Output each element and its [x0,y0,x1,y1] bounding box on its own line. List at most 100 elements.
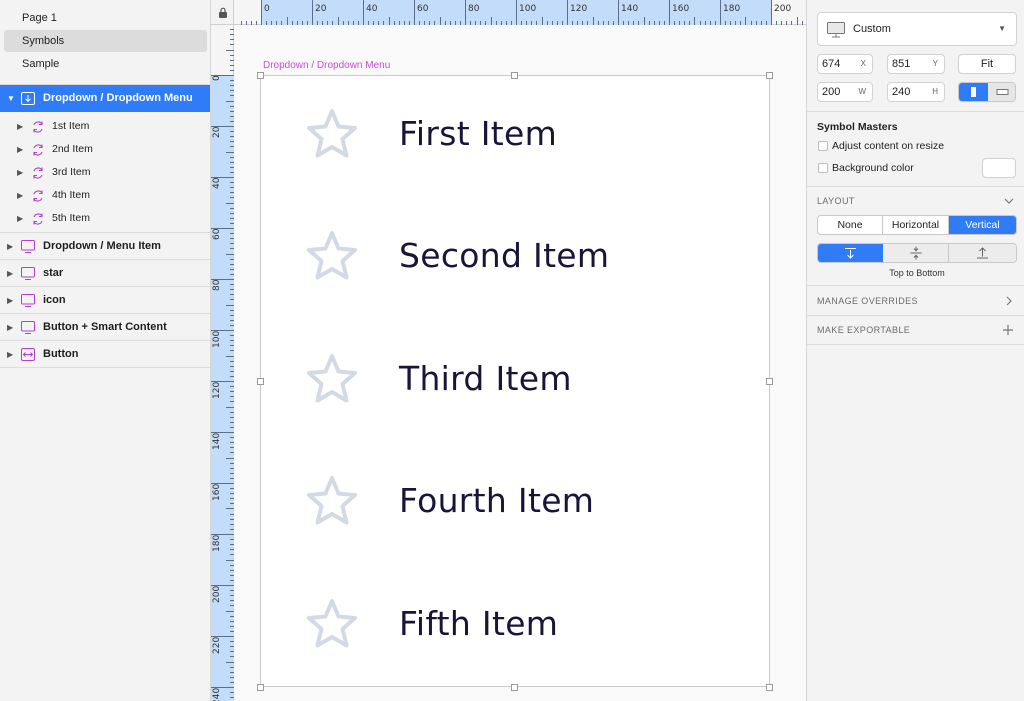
menu-item-5[interactable]: Fifth Item [261,566,771,688]
y-value: 851 [892,58,911,70]
h-value: 240 [892,86,911,98]
h-axis-label: H [932,87,938,96]
symbol-instance-icon [33,121,43,133]
width-field[interactable]: 200 W [817,82,873,102]
align-bottom-icon [977,247,988,259]
layer-label: 2nd Item [52,143,93,155]
layer-label: 5th Item [52,212,90,224]
adjust-content-checkbox[interactable] [818,141,828,151]
artboard-dropdown-menu[interactable]: First Item Second Item Third Item Fourth… [260,75,770,687]
layout-horizontal-option[interactable]: Horizontal [883,216,949,234]
layout-none-option[interactable]: None [818,216,883,234]
lock-icon[interactable] [218,7,228,18]
layer-star[interactable]: ▶ star [0,260,210,287]
orientation-toggle[interactable] [958,82,1016,102]
fit-button[interactable]: Fit [958,54,1016,74]
x-value: 674 [822,58,841,70]
x-field[interactable]: 674 X [817,54,873,74]
layer-child-4[interactable]: ▶ 4th Item [0,184,210,207]
menu-item-2[interactable]: Second Item [261,198,771,320]
layout-direction-control[interactable]: None Horizontal Vertical [817,215,1017,235]
artboard-title[interactable]: Dropdown / Dropdown Menu [263,60,390,71]
resize-handle-right[interactable] [766,378,773,385]
layer-menu-item[interactable]: ▶ Dropdown / Menu Item [0,233,210,260]
ruler-label: 180 [723,4,741,14]
disclosure-closed-icon[interactable]: ▶ [17,207,23,230]
disclosure-closed-icon[interactable]: ▶ [7,314,13,341]
landscape-button[interactable] [988,83,1015,101]
ruler-label: 100 [212,330,222,348]
resize-handle-top[interactable] [511,72,518,79]
anchor-top-option[interactable] [818,244,883,262]
ruler-horizontal[interactable]: 0 20 40 60 80 100 120 140 160 180 200 [234,0,806,25]
disclosure-closed-icon[interactable]: ▶ [7,341,13,368]
layout-anchor-control[interactable] [817,243,1017,263]
section-divider [807,186,1024,187]
star-icon [307,231,357,280]
disclosure-closed-icon[interactable]: ▶ [7,287,13,314]
chevron-right-icon[interactable] [1006,296,1013,306]
star-icon [307,599,357,648]
layer-child-2[interactable]: ▶ 2nd Item [0,138,210,161]
page-item-symbols[interactable]: Symbols [4,30,207,52]
portrait-button[interactable] [959,83,988,101]
ruler-label: 0 [264,4,270,14]
layout-vertical-option[interactable]: Vertical [949,216,1016,234]
make-exportable-title[interactable]: MAKE EXPORTABLE [817,325,910,335]
resize-handle-left[interactable] [257,378,264,385]
canvas[interactable]: 0 20 40 60 80 100 120 140 160 180 200 0 20 40 60 80 100… [211,0,806,701]
plus-icon[interactable] [1003,325,1013,335]
disclosure-closed-icon[interactable]: ▶ [7,260,13,287]
layer-child-1[interactable]: ▶ 1st Item [0,115,210,138]
ruler-label: 0 [212,75,222,81]
menu-item-4[interactable]: Fourth Item [261,443,771,565]
ruler-vertical[interactable]: 0 20 40 60 80 100 120 140 160 180 200 220 240 [211,25,234,701]
disclosure-closed-icon[interactable]: ▶ [17,138,23,161]
ruler-label: 160 [672,4,690,14]
adjust-content-label: Adjust content on resize [832,140,945,152]
menu-item-1[interactable]: First Item [261,76,771,198]
layer-label: 4th Item [52,189,90,201]
x-axis-label: X [860,59,866,68]
layer-dropdown-menu[interactable]: ▼ Dropdown / Dropdown Menu [0,85,210,112]
resize-handle-bottom-left[interactable] [257,684,264,691]
layer-child-3[interactable]: ▶ 3rd Item [0,161,210,184]
layer-label: Button [43,348,79,360]
ruler-label: 120 [570,4,588,14]
preset-label: Custom [853,23,891,35]
anchor-bottom-option[interactable] [949,244,1016,262]
manage-overrides-title[interactable]: MANAGE OVERRIDES [817,296,918,306]
layer-label: 1st Item [52,120,90,132]
item-label: Second Item [399,236,610,275]
star-icon [307,354,357,403]
layer-icon[interactable]: ▶ icon [0,287,210,314]
layer-button-smart-content[interactable]: ▶ Button + Smart Content [0,314,210,341]
page-item-sample[interactable]: Sample [4,53,207,75]
height-field[interactable]: 240 H [887,82,945,102]
artboard-preset-dropdown[interactable]: Custom ▼ [817,12,1017,46]
ruler-label: 160 [212,483,222,501]
background-color-swatch[interactable] [982,158,1016,178]
w-axis-label: W [858,87,866,96]
chevron-down-icon[interactable] [1004,198,1014,205]
ruler-label: 60 [212,228,222,240]
layer-child-5[interactable]: ▶ 5th Item [0,207,210,230]
y-field[interactable]: 851 Y [887,54,945,74]
ruler-label: 200 [212,585,222,603]
page-item-page-1[interactable]: Page 1 [4,7,207,29]
disclosure-closed-icon[interactable]: ▶ [17,161,23,184]
background-color-checkbox[interactable] [818,163,828,173]
resize-handle-top-right[interactable] [766,72,773,79]
resize-handle-bottom[interactable] [511,684,518,691]
disclosure-open-icon[interactable]: ▼ [7,85,15,112]
resize-handle-bottom-right[interactable] [766,684,773,691]
section-divider [807,344,1024,345]
disclosure-closed-icon[interactable]: ▶ [17,115,23,138]
item-label: Third Item [399,359,572,398]
disclosure-closed-icon[interactable]: ▶ [17,184,23,207]
anchor-middle-option[interactable] [883,244,949,262]
disclosure-closed-icon[interactable]: ▶ [7,233,13,260]
layer-button[interactable]: ▶ Button [0,341,210,368]
resize-handle-top-left[interactable] [257,72,264,79]
menu-item-3[interactable]: Third Item [261,321,771,443]
